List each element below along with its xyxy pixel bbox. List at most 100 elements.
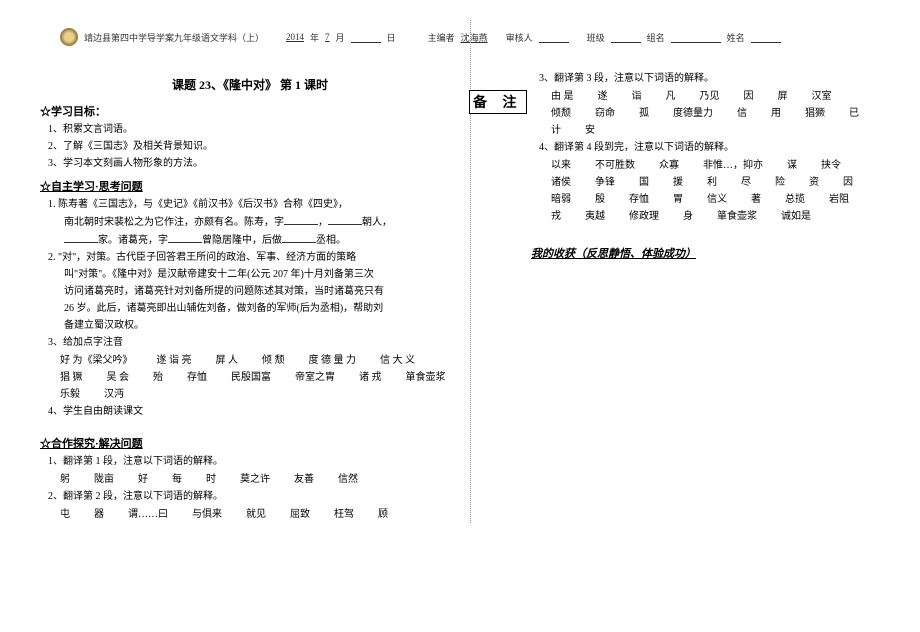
q1-l3b: 曾隐居隆中，后做 — [202, 235, 282, 246]
vocab-word: 好 — [138, 471, 148, 488]
vocab-word: 计 — [551, 122, 561, 139]
blank-dyn[interactable] — [328, 214, 362, 225]
vocab-word: 由 是 — [551, 88, 574, 105]
vocab-word: 信 — [737, 105, 747, 122]
q1-comma: ， — [318, 217, 328, 228]
vocab-word: 岩阻 — [829, 191, 849, 208]
vocab-word: 倾 颓 — [262, 352, 285, 369]
vocab-word: 度 德 量 力 — [309, 352, 357, 369]
vocab-word: 谓……曰 — [128, 506, 168, 523]
vocab-word: 存恤 — [187, 369, 207, 386]
selfstudy-head: ☆自主学习·思考问题 — [40, 178, 460, 194]
q2-l4: 26 岁。此后，诸葛亮即出山辅佐刘备，做刘备的军师(后为丞相)，帮助刘 — [40, 301, 460, 317]
vocab-word: 总揽 — [785, 191, 805, 208]
vocab-word: 箪食壶浆 — [717, 208, 757, 225]
vocab-word: 暗弱 — [551, 191, 571, 208]
year: 2014 — [286, 32, 304, 42]
q2-l1: 2. "对"，对策。古代臣子回答君王所问的政治、军事、经济方面的策略 — [40, 250, 460, 266]
tr4-words: 以来不可胜数众寡非惟…，抑亦谋挟令诸侯争锋国援利尽险资因暗弱殷存恤胃信义著总揽岩… — [531, 157, 871, 225]
school-name: 靖边县第四中学导学案九年级语文学科（上） — [84, 31, 264, 44]
vocab-word: 吴 会 — [107, 369, 130, 386]
vocab-word: 躬 — [60, 471, 70, 488]
vocab-word: 众寡 — [659, 157, 679, 174]
day-blank[interactable] — [351, 32, 381, 43]
vocab-word: 窃命 — [595, 105, 615, 122]
tr2-words: 屯器谓……曰与俱来就见屈致枉驾顾 — [40, 506, 460, 523]
vocab-word: 诣 — [632, 88, 642, 105]
vocab-word: 倾颓 — [551, 105, 571, 122]
blank-post[interactable] — [282, 232, 316, 243]
q1-l2a: 南北朝时宋裴松之为它作注，亦颇有名。陈寿，字 — [64, 217, 284, 228]
year-suffix: 年 — [310, 31, 319, 44]
vocab-word: 身 — [683, 208, 693, 225]
vocab-word: 殷 — [595, 191, 605, 208]
goal-3: 3、学习本文刻画人物形象的方法。 — [40, 156, 460, 172]
vocab-word: 险 — [775, 174, 785, 191]
vocab-word: 帝室之胄 — [295, 369, 335, 386]
vocab-word: 凡 — [666, 88, 676, 105]
tr4: 4、翻译第 4 段到完，注意以下词语的解释。 — [531, 140, 871, 156]
lesson-title: 课题 23、《隆中对》 第 1 课时 — [40, 76, 460, 93]
vocab-word: 民殷国富 — [231, 369, 271, 386]
month: 7 — [325, 32, 330, 42]
vocab-word: 乐毅 — [60, 386, 80, 403]
vocab-word: 遂 — [598, 88, 608, 105]
vocab-word: 信 大 义 — [380, 352, 415, 369]
vocab-word: 汉室 — [812, 88, 832, 105]
tr2: 2、翻译第 2 段，注意以下词语的解释。 — [40, 489, 460, 505]
blank-jia[interactable] — [64, 232, 98, 243]
vocab-word: 安 — [585, 122, 595, 139]
q1-line2: 南北朝时宋裴松之为它作注，亦颇有名。陈寿，字 ， 朝人， — [40, 214, 460, 231]
vocab-word: 修政理 — [629, 208, 659, 225]
vocab-word: 争锋 — [595, 174, 615, 191]
vocab-word: 援 — [673, 174, 683, 191]
vocab-word: 友善 — [294, 471, 314, 488]
vocab-word: 夷越 — [585, 208, 605, 225]
vocab-word: 因 — [744, 88, 754, 105]
vocab-word: 好 为《梁父吟》 — [60, 352, 133, 369]
vocab-word: 陇亩 — [94, 471, 114, 488]
vocab-word: 屈致 — [290, 506, 310, 523]
vocab-word: 著 — [751, 191, 761, 208]
tr1: 1、翻译第 1 段，注意以下词语的解释。 — [40, 454, 460, 470]
vocab-word: 诸 戎 — [359, 369, 382, 386]
vocab-word: 不可胜数 — [595, 157, 635, 174]
vocab-word: 遂 诣 亮 — [157, 352, 192, 369]
vocab-word: 非惟…，抑亦 — [703, 157, 763, 174]
goals-head: ☆学习目标： — [40, 103, 460, 119]
vocab-word: 用 — [771, 105, 781, 122]
vocab-word: 殆 — [153, 369, 163, 386]
blank-zi[interactable] — [284, 214, 318, 225]
vocab-word: 与俱来 — [192, 506, 222, 523]
vocab-word: 国 — [639, 174, 649, 191]
vocab-word: 诚如是 — [781, 208, 811, 225]
vocab-word: 屯 — [60, 506, 70, 523]
vocab-word: 顾 — [378, 506, 388, 523]
vocab-word: 箪食壶浆 — [406, 369, 446, 386]
right-column: 备 注 3、翻译第 3 段，注意以下词语的解释。 由 是遂诣凡乃见因屏汉室倾颓窃… — [470, 20, 871, 523]
tr3-words: 由 是遂诣凡乃见因屏汉室倾颓窃命孤度德量力信用猖獗已计安 — [531, 88, 871, 139]
notes-label: 备 注 — [469, 90, 527, 114]
month-suffix: 月 — [336, 31, 345, 44]
vocab-word: 已 — [849, 105, 859, 122]
vocab-word: 信然 — [338, 471, 358, 488]
vocab-word: 存恤 — [629, 191, 649, 208]
vocab-word: 猖獗 — [805, 105, 825, 122]
vocab-word: 诸侯 — [551, 174, 571, 191]
goal-1: 1、积累文言词语。 — [40, 122, 460, 138]
q1-line3: 家。诸葛亮，字曾隐居隆中，后做丞相。 — [40, 232, 460, 249]
vocab-word: 资 — [809, 174, 819, 191]
goal-2: 2、了解《三国志》及相关背景知识。 — [40, 139, 460, 155]
vocab-word: 因 — [843, 174, 853, 191]
vocab-word: 猖 獗 — [60, 369, 83, 386]
q2-l3: 访问诸葛亮时，诸葛亮针对刘备所提的问题陈述其对策，当时诸葛亮只有 — [40, 284, 460, 300]
q2-l5: 备建立蜀汉政权。 — [40, 318, 460, 334]
vocab-word: 时 — [206, 471, 216, 488]
q1-l2b: 朝人， — [362, 217, 392, 228]
q1-l3c: 丞相。 — [316, 235, 346, 246]
blank-zgl[interactable] — [168, 232, 202, 243]
q2-l2: 叫"对策"。《隆中对》是汉献帝建安十二年(公元 207 年)十月刘备第三次 — [40, 267, 460, 283]
vocab-word: 就见 — [246, 506, 266, 523]
vocab-word: 挟令 — [821, 157, 841, 174]
vocab-word: 孤 — [639, 105, 649, 122]
